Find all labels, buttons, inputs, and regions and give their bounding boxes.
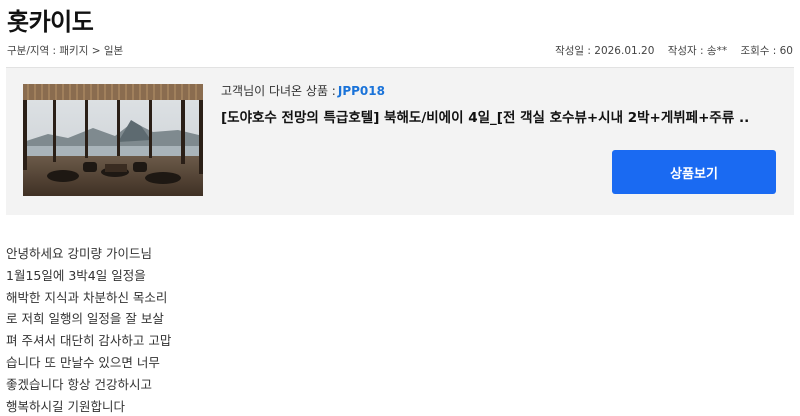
post-meta: 구분/지역 : 패키지 > 일본 작성일 : 2026.01.20 작성자 : … [7, 42, 793, 58]
product-code[interactable]: JPP018 [338, 84, 385, 98]
breadcrumb: 구분/지역 : 패키지 > 일본 [7, 44, 124, 57]
visited-product-label: 고객님이 다녀온 상품 : JPP018 [221, 82, 385, 99]
hotel-lobby-image [23, 84, 203, 196]
product-name-link[interactable]: [도야호수 전망의 특급호텔] 북해도/비에이 4일_[전 객실 호수뷰+시내 … [221, 106, 781, 126]
product-thumbnail[interactable] [23, 84, 203, 196]
review-line: 습니다 또 만날수 있으면 너무 [6, 354, 160, 370]
post-views: 조회수 : 60 [740, 44, 793, 57]
review-detail-page: 홋카이도 구분/지역 : 패키지 > 일본 작성일 : 2026.01.20 작… [0, 0, 800, 416]
view-product-button[interactable]: 상품보기 [612, 150, 776, 194]
page-title: 홋카이도 [7, 8, 94, 36]
review-body: 안녕하세요 강미량 가이드님 1월15일에 3박4일 일정을 해박한 지식과 차… [6, 243, 171, 416]
post-info: 작성일 : 2026.01.20 작성자 : 송** 조회수 : 60 [545, 43, 793, 58]
visited-label-text: 고객님이 다녀온 상품 : [221, 84, 336, 98]
review-line: 해박한 지식과 차분하신 목소리 [6, 289, 168, 305]
post-date: 작성일 : 2026.01.20 [555, 44, 655, 57]
review-line: 안녕하세요 강미량 가이드님 [6, 246, 152, 261]
review-line: 1월15일에 3박4일 일정을 [6, 267, 146, 283]
review-line: 행복하시길 기원합니다 [6, 398, 125, 414]
post-author: 작성자 : 송** [667, 44, 728, 57]
review-line: 로 저희 일행의 일정을 잘 보살 [6, 311, 164, 327]
visited-product-panel: 고객님이 다녀온 상품 : JPP018 [도야호수 전망의 특급호텔] 북해도/… [6, 67, 794, 215]
review-line: 펴 주셔서 대단히 감사하고 고맙 [6, 333, 172, 349]
review-line: 좋겠습니다 항상 건강하시고 [6, 376, 152, 392]
